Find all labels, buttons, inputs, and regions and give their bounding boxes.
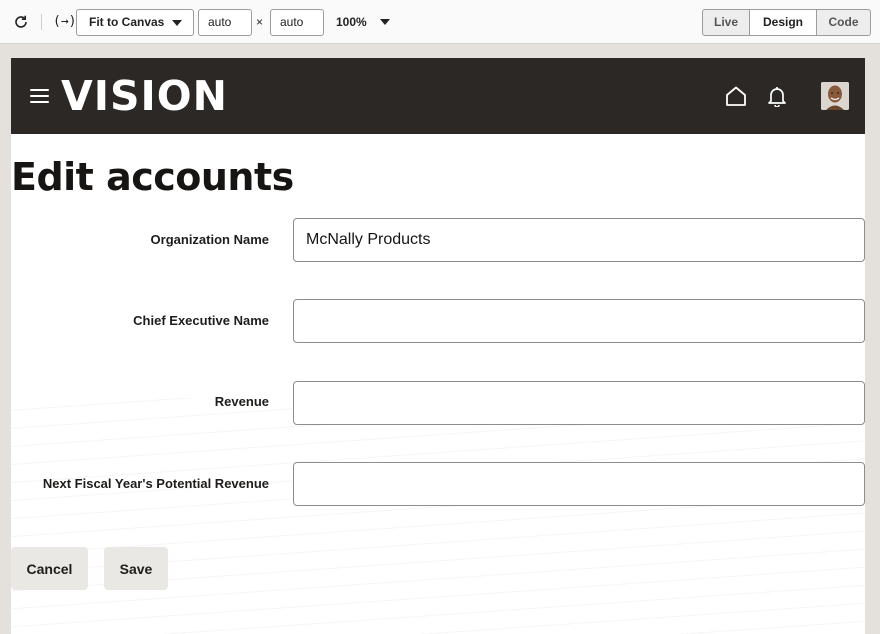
home-icon[interactable] — [725, 85, 747, 107]
save-button[interactable]: Save — [104, 547, 168, 590]
mode-design-button[interactable]: Design — [749, 9, 817, 36]
chevron-down-icon — [172, 20, 182, 26]
bell-icon[interactable] — [766, 85, 788, 108]
mode-live-button[interactable]: Live — [702, 9, 750, 36]
menu-icon[interactable] — [30, 89, 49, 104]
organization-name-label: Organization Name — [150, 232, 269, 247]
mode-code-button[interactable]: Code — [816, 9, 871, 36]
next-fiscal-year-revenue-label: Next Fiscal Year's Potential Revenue — [42, 476, 269, 491]
revenue-label: Revenue — [214, 394, 269, 409]
fit-to-canvas-label: Fit to Canvas — [89, 15, 165, 29]
revenue-input[interactable] — [293, 381, 865, 425]
canvas-width-input[interactable]: auto — [198, 9, 252, 36]
canvas-height-input[interactable]: auto — [270, 9, 324, 36]
app-header: VISION — [11, 58, 865, 134]
zoom-level[interactable]: 100% — [336, 13, 367, 31]
organization-name-input[interactable] — [293, 218, 865, 262]
times-sign: × — [256, 15, 264, 29]
fit-to-canvas-select[interactable]: Fit to Canvas — [76, 9, 194, 36]
expression-icon[interactable]: (→) — [53, 13, 76, 31]
chief-executive-name-label: Chief Executive Name — [133, 313, 269, 328]
toolbar-divider — [41, 14, 42, 30]
avatar[interactable] — [821, 82, 849, 110]
refresh-icon[interactable] — [12, 13, 30, 31]
zoom-chevron-down-icon[interactable] — [380, 19, 390, 25]
next-fiscal-year-revenue-input[interactable] — [293, 462, 865, 506]
vision-logo: VISION — [61, 72, 228, 120]
page-title: Edit accounts — [11, 155, 294, 199]
designer-toolbar: (→) Fit to Canvas auto × auto 100% Live … — [0, 0, 880, 44]
cancel-button[interactable]: Cancel — [11, 547, 88, 590]
design-canvas: VISION Edit accounts Organization Name M… — [11, 58, 865, 634]
chief-executive-name-input[interactable] — [293, 299, 865, 343]
